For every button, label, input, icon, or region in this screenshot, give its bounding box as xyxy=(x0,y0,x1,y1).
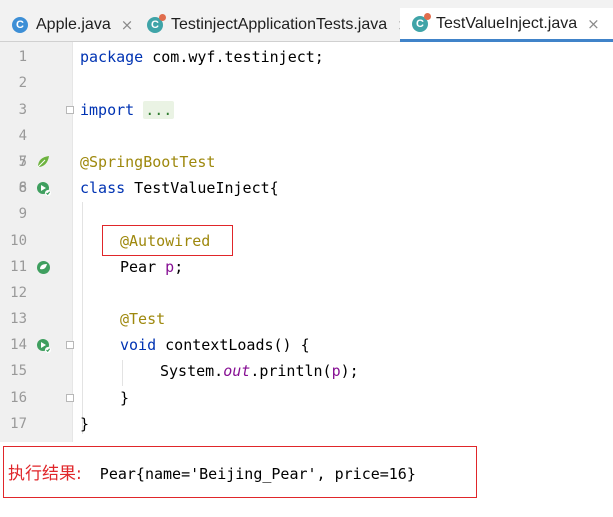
line-number: 3 xyxy=(18,102,27,118)
tab-testinject-application-tests[interactable]: C TestinjectApplicationTests.java × xyxy=(135,8,410,42)
line-number: 1 xyxy=(18,49,27,65)
class-declaration: TestValueInject{ xyxy=(125,179,279,197)
result-label: 执行结果: xyxy=(8,464,82,484)
line-number: 14 xyxy=(10,337,27,353)
semicolon: ; xyxy=(174,258,184,276)
keyword: import xyxy=(80,101,135,119)
code-token: .println( xyxy=(250,362,332,380)
field-reference: p xyxy=(331,362,341,380)
annotation: @Test xyxy=(120,310,166,328)
line-number: 11 xyxy=(10,259,27,275)
code-line: 13 @Test xyxy=(0,306,613,332)
code-text: System.out.println(p); xyxy=(160,362,359,380)
code-text: package com.wyf.testinject; xyxy=(80,48,324,66)
tab-label: Apple.java xyxy=(36,16,111,33)
line-number: 9 xyxy=(18,206,27,222)
test-class-icon: C xyxy=(147,14,166,33)
line-number: 7 xyxy=(18,154,27,170)
closing-brace: } xyxy=(80,415,90,433)
field-name: p xyxy=(165,258,175,276)
fold-expand-icon[interactable] xyxy=(66,106,74,114)
code-text: void contextLoads() { xyxy=(120,336,310,354)
run-test-icon[interactable] xyxy=(35,180,51,196)
execution-result: 执行结果: Pear{name='Beijing_Pear', price=16… xyxy=(8,459,416,484)
code-line: 8 class TestValueInject{ xyxy=(0,175,613,201)
method-declaration: contextLoads() { xyxy=(156,336,310,354)
line-number: 10 xyxy=(10,233,27,249)
tab-label: TestinjectApplicationTests.java xyxy=(171,16,388,33)
line-number: 16 xyxy=(10,390,27,406)
code-line: 12 xyxy=(0,280,613,306)
keyword: class xyxy=(80,179,126,197)
code-line: 7 @SpringBootTest xyxy=(0,149,613,175)
tab-testvalueinject-java[interactable]: C TestValueInject.java × xyxy=(400,8,613,42)
close-icon[interactable]: × xyxy=(587,15,600,33)
annotation: @SpringBootTest xyxy=(80,153,216,171)
line-number: 12 xyxy=(10,285,27,301)
line-number: 13 xyxy=(10,311,27,327)
keyword: package xyxy=(80,48,144,66)
code-text: class TestValueInject{ xyxy=(80,179,279,197)
static-field: out xyxy=(223,362,251,380)
code-line: 17 } xyxy=(0,411,613,437)
code-line: 14 void contextLoads() { xyxy=(0,332,613,358)
autowired-navigate-icon[interactable] xyxy=(35,259,51,275)
package-name: com.wyf.testinject; xyxy=(143,48,324,66)
run-test-icon[interactable] xyxy=(35,337,51,353)
result-value: Pear{name='Beijing_Pear', price=16} xyxy=(81,465,416,483)
code-line: 2 xyxy=(0,70,613,96)
line-number: 15 xyxy=(10,363,27,379)
fold-collapse-icon[interactable] xyxy=(66,341,74,349)
fold-collapse-icon[interactable] xyxy=(66,394,74,402)
tab-apple-java[interactable]: C Apple.java × xyxy=(0,8,135,42)
spring-bean-icon[interactable] xyxy=(35,154,51,170)
code-token: System. xyxy=(160,362,224,380)
close-icon[interactable]: × xyxy=(121,16,134,34)
code-line: 4 xyxy=(0,123,613,149)
folded-imports[interactable]: ... xyxy=(143,101,175,119)
line-number: 2 xyxy=(18,75,27,91)
code-text: Pear p; xyxy=(120,258,183,276)
code-text: import ... xyxy=(80,101,175,119)
line-number: 4 xyxy=(18,128,27,144)
autowired-highlight-box xyxy=(102,225,233,256)
code-line: 15 System.out.println(p); xyxy=(0,358,613,384)
keyword: void xyxy=(120,336,157,354)
code-line: 1 package com.wyf.testinject; xyxy=(0,44,613,70)
code-token: ); xyxy=(340,362,359,380)
field-type: Pear xyxy=(120,258,157,276)
tab-label: TestValueInject.java xyxy=(436,14,578,32)
code-line: 9 xyxy=(0,201,613,227)
code-line: 3 import ... xyxy=(0,97,613,123)
code-line: 10 @Autowired xyxy=(0,228,613,254)
line-number: 17 xyxy=(10,416,27,432)
test-class-icon: C xyxy=(412,12,431,32)
code-line: 16 } xyxy=(0,385,613,411)
code-line: 11 Pear p; xyxy=(0,254,613,280)
closing-brace: } xyxy=(120,389,130,407)
line-number: 8 xyxy=(18,180,27,196)
editor-tab-bar: C Apple.java × C TestinjectApplicationTe… xyxy=(0,0,613,42)
class-icon: C xyxy=(12,17,28,33)
